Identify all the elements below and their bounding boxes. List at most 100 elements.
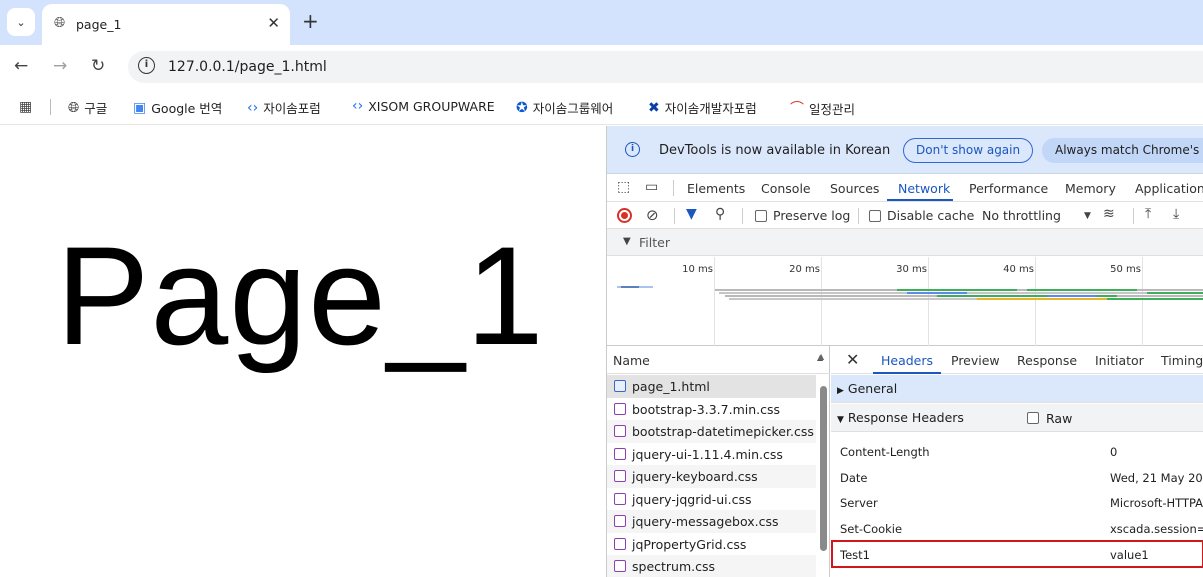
address-bar[interactable]: i 127.0.0.1/page_1.html [128,51,1203,83]
export-har-icon[interactable]: ⤓ [1173,206,1179,222]
request-row[interactable]: spectrum.css [607,555,816,577]
bookmark-google[interactable]: 🌐︎ 구글 [68,98,107,117]
scroll-up-arrow-icon[interactable]: ▲ [818,352,824,361]
request-row-page-1-html[interactable]: page_1.html [607,375,816,398]
timeline-tick: 40 ms [1003,264,1034,275]
tab-headers[interactable]: Headers [881,353,933,368]
header-value: 0 [1110,445,1118,459]
request-row[interactable]: jquery-keyboard.css [607,465,816,488]
bookmark-schedule[interactable]: ⌒ 일정관리 [790,98,855,118]
header-value: Microsoft-HTTPA [1110,496,1203,510]
name-column-header[interactable]: Name [613,353,650,368]
network-conditions-icon[interactable]: ≋ [1103,206,1115,222]
tab-preview[interactable]: Preview [951,353,1000,368]
tab-response[interactable]: Response [1017,353,1077,368]
document-icon [614,380,626,392]
triangle-right-icon: ▶ [837,386,844,396]
browser-tab[interactable]: 🌐︎ page_1 ✕ [42,4,290,45]
filter-funnel-icon[interactable]: ▼ [686,206,697,222]
request-list-scrollbar[interactable] [820,386,827,551]
chevron-down-icon[interactable]: ▼ [1084,211,1091,221]
devtools-tab-bar: ⬚ ▭ Elements Console Sources Network Per… [607,174,1203,202]
raw-checkbox[interactable] [1027,412,1039,424]
page-heading: Page_1 [56,217,545,374]
waterfall-bar [977,298,1107,300]
record-icon[interactable] [617,208,632,223]
tab-search-button[interactable]: ⌄ [7,8,35,36]
highlight-box [831,540,1203,568]
tab-timing[interactable]: Timing [1161,353,1203,368]
close-icon[interactable]: ✕ [267,14,280,32]
bookmark-xisom-dev-forum[interactable]: ✖ 자이솜개발자포럼 [648,98,757,117]
filter-bar[interactable]: ▼ Filter [607,229,1203,256]
timeline-tick: 30 ms [896,264,927,275]
response-headers-section-header[interactable]: ▼ Response Headers Raw [831,404,1203,432]
header-key: Server [840,496,878,510]
tab-sources[interactable]: Sources [830,181,879,196]
general-section-header[interactable]: ▶ General [831,375,1203,403]
import-har-icon[interactable]: ⤒ [1145,206,1151,222]
request-row[interactable]: bootstrap-datetimepicker.css [607,420,816,443]
bookmark-google-translate[interactable]: ▣ Google 번역 [133,98,222,117]
bookmarks-bar: ▦ 🌐︎ 구글 ▣ Google 번역 ‹› 자이솜포럼 ‹› XISOM GROUPW… [0,89,1203,125]
site-info-icon[interactable]: i [138,57,155,74]
close-icon[interactable]: ✕ [846,350,859,369]
stylesheet-icon [614,515,626,527]
network-timeline: 10 ms 20 ms 30 ms 40 ms 50 ms [607,257,1203,346]
dont-show-again-button[interactable]: Don't show again [903,138,1034,163]
clear-icon[interactable]: ⊘ [646,206,659,224]
tab-network[interactable]: Network [898,181,950,196]
request-list-header[interactable]: Name ▲ [607,346,830,374]
reload-icon[interactable]: ↻ [91,56,105,76]
devtools-panel: i DevTools is now available in Korean Do… [606,126,1203,577]
url-text[interactable]: 127.0.0.1/page_1.html [168,59,327,75]
waterfall-bar [907,292,967,294]
toolbar-divider [742,208,743,224]
network-toolbar: ⊘ ▼ ⚲ Preserve log Disable cache No thro… [607,202,1203,229]
tab-elements[interactable]: Elements [687,181,745,196]
tab-console[interactable]: Console [761,181,811,196]
tab-strip: ⌄ 🌐︎ page_1 ✕ + [0,0,1203,45]
request-row[interactable]: jquery-messagebox.css [607,510,816,533]
header-row: Content-Length 0 [831,439,1203,465]
waterfall-bar [621,286,639,288]
new-tab-button[interactable]: + [302,9,319,33]
detail-tab-bar: ✕ Headers Preview Response Initiator Tim… [831,346,1203,374]
request-row[interactable]: bootstrap-3.3.7.min.css [607,398,816,421]
stylesheet-icon [614,537,626,550]
devtools-language-infobar: i DevTools is now available in Korean Do… [607,126,1203,174]
bookmark-xisom-groupware[interactable]: ‹› XISOM GROUPWARE [352,98,495,114]
stylesheet-icon [614,560,626,572]
bookmark-xisom-forum[interactable]: ‹› 자이솜포럼 [247,98,321,117]
info-icon: i [625,142,640,157]
back-arrow-icon[interactable]: ← [14,56,28,76]
throttling-select[interactable]: No throttling [982,208,1061,223]
tab-memory[interactable]: Memory [1065,181,1116,196]
tab-initiator[interactable]: Initiator [1095,353,1144,368]
header-key: Date [840,470,868,485]
waterfall-bar [897,289,1017,291]
search-icon[interactable]: ⚲ [715,206,725,222]
toolbar-divider [858,208,859,224]
header-row: Set-Cookie xscada.session= [831,516,1203,542]
preserve-log-label: Preserve log [773,208,851,223]
calendar-icon: ⌒ [790,101,804,117]
bookmark-xisom-groupware-kr[interactable]: ✪ 자이솜그룹웨어 [516,98,613,117]
request-row[interactable]: jquery-ui-1.11.4.min.css [607,443,816,466]
forward-arrow-icon[interactable]: → [53,56,67,76]
toolbar-divider [1133,208,1134,224]
waterfall-bar [1147,292,1203,294]
always-match-language-button[interactable]: Always match Chrome's la [1042,138,1203,163]
preserve-log-checkbox[interactable] [755,210,767,222]
request-row[interactable]: jqPropertyGrid.css [607,533,816,556]
apps-grid-icon[interactable]: ▦ [19,99,32,115]
filter-input[interactable]: Filter [639,235,670,250]
header-key: Content-Length [840,445,930,459]
request-row[interactable]: jquery-jqgrid-ui.css [607,488,816,511]
device-toolbar-icon[interactable]: ▭ [645,179,658,195]
inspect-element-icon[interactable]: ⬚ [617,179,630,195]
tab-application[interactable]: Application [1135,181,1203,196]
disable-cache-checkbox[interactable] [869,210,881,222]
tab-performance[interactable]: Performance [969,181,1048,196]
dev-forum-icon: ✖ [648,99,660,116]
